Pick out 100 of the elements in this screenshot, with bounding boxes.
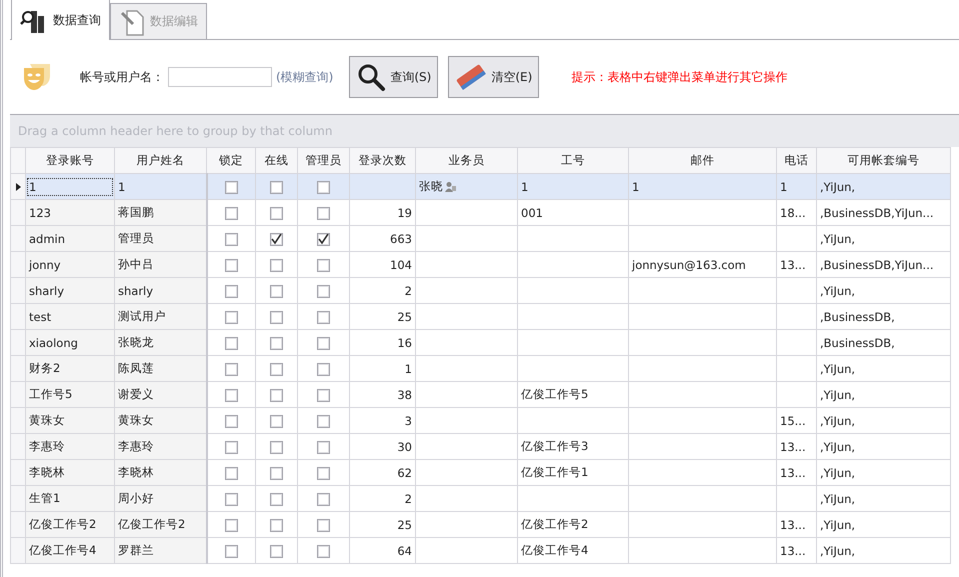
table-cell: 亿俊工作号1 [518, 460, 628, 486]
checkbox[interactable] [270, 414, 283, 428]
table-cell: 黄珠女 [114, 408, 206, 434]
column-header[interactable]: 在线 [256, 148, 298, 174]
table-cell: 罗群兰 [114, 538, 206, 564]
table-cell: 19 [350, 200, 416, 226]
checkmark-icon [318, 234, 329, 245]
checkbox[interactable] [270, 310, 283, 324]
column-header[interactable]: 邮件 [628, 148, 776, 174]
table-cell: 工作号5 [26, 382, 114, 408]
table-cell: 663 [350, 226, 416, 252]
column-header[interactable]: 登录次数 [350, 148, 416, 174]
checkbox[interactable] [224, 362, 238, 376]
checkbox[interactable] [270, 362, 283, 376]
table-cell [776, 382, 816, 408]
checkbox[interactable] [270, 336, 283, 350]
checkbox[interactable] [270, 232, 283, 246]
checkbox[interactable] [224, 440, 238, 454]
checkbox[interactable] [317, 544, 330, 558]
table-cell: ,YiJun, [816, 434, 950, 460]
search-label: 帐号或用户名： [80, 68, 164, 86]
checkbox[interactable] [224, 414, 238, 428]
column-header[interactable]: 业务员 [416, 148, 518, 174]
table-cell: admin [26, 226, 114, 252]
checkbox[interactable] [270, 466, 283, 480]
checkbox[interactable] [270, 180, 283, 194]
column-header[interactable]: 登录账号 [26, 148, 114, 174]
checkbox[interactable] [224, 388, 238, 402]
table-cell: 1 [628, 174, 776, 200]
table-cell: 16 [350, 330, 416, 356]
table-cell: 亿俊工作号2 [26, 512, 114, 538]
checkbox[interactable] [270, 518, 283, 532]
checkbox[interactable] [317, 258, 330, 272]
checkbox[interactable] [224, 518, 238, 532]
table-cell: 亿俊工作号4 [26, 538, 114, 564]
table-cell: 亿俊工作号3 [518, 434, 628, 460]
checkbox[interactable] [224, 336, 238, 350]
checkbox[interactable] [270, 492, 283, 506]
table-cell: 2 [350, 486, 416, 512]
search-field[interactable] [168, 67, 272, 87]
table-cell: ,YiJun, [816, 538, 950, 564]
checkbox[interactable] [317, 180, 330, 194]
checkbox[interactable] [270, 440, 283, 454]
table-cell: 张晓龙 [114, 330, 206, 356]
checkbox[interactable] [270, 388, 283, 402]
column-header[interactable]: 管理员 [298, 148, 350, 174]
table-cell: 谢爱义 [114, 382, 206, 408]
search-button[interactable]: 查询(S) [349, 56, 438, 98]
table-cell: 25 [350, 512, 416, 538]
column-header[interactable]: 可用帐套编号 [816, 148, 950, 174]
checkbox[interactable] [270, 544, 283, 558]
table-cell: jonny [26, 252, 114, 278]
table-cell: ,YiJun, [816, 174, 950, 200]
checkbox[interactable] [270, 284, 283, 298]
table-cell: ,YiJun, [816, 356, 950, 382]
checkbox[interactable] [224, 466, 238, 480]
column-header[interactable]: 工号 [518, 148, 628, 174]
table-cell [776, 226, 816, 252]
checkbox[interactable] [317, 518, 330, 532]
current-row-icon [16, 182, 20, 190]
tab[interactable]: 数据查询 [11, 0, 110, 40]
checkbox[interactable] [224, 232, 238, 246]
checkbox[interactable] [317, 336, 330, 350]
checkbox[interactable] [224, 310, 238, 324]
table-cell: 生管1 [26, 486, 114, 512]
table-cell: 18... [776, 200, 816, 226]
checkbox[interactable] [224, 492, 238, 506]
checkbox[interactable] [317, 440, 330, 454]
table-cell: 13... [776, 538, 816, 564]
checkbox[interactable] [317, 284, 330, 298]
column-header[interactable]: 电话 [776, 148, 816, 174]
table-cell: sharly [114, 278, 206, 304]
checkbox[interactable] [224, 206, 238, 220]
checkbox[interactable] [317, 206, 330, 220]
column-header[interactable]: 锁定 [206, 148, 256, 174]
checkbox[interactable] [317, 388, 330, 402]
checkbox[interactable] [317, 232, 330, 246]
checkbox[interactable] [270, 258, 283, 272]
table-cell: 123 [26, 200, 114, 226]
checkbox[interactable] [224, 284, 238, 298]
table-cell: 25 [350, 304, 416, 330]
table-cell: ,YiJun, [816, 408, 950, 434]
table-cell: jonnysun@163.com [628, 252, 776, 278]
column-header[interactable]: 用户姓名 [114, 148, 206, 174]
checkbox[interactable] [317, 310, 330, 324]
checkbox[interactable] [224, 544, 238, 558]
checkbox[interactable] [317, 466, 330, 480]
table-cell [776, 486, 816, 512]
checkbox[interactable] [317, 492, 330, 506]
checkbox[interactable] [270, 206, 283, 220]
checkbox[interactable] [224, 180, 238, 194]
row-indicator[interactable] [10, 174, 26, 200]
table-cell: ,YiJun, [816, 278, 950, 304]
table-cell: 3 [350, 408, 416, 434]
table-cell: 13... [776, 434, 816, 460]
clear-button[interactable]: 清空(E) [448, 56, 540, 98]
checkbox[interactable] [317, 414, 330, 428]
checkbox[interactable] [317, 362, 330, 376]
table-cell: 李惠玲 [26, 434, 114, 460]
checkbox[interactable] [224, 258, 238, 272]
